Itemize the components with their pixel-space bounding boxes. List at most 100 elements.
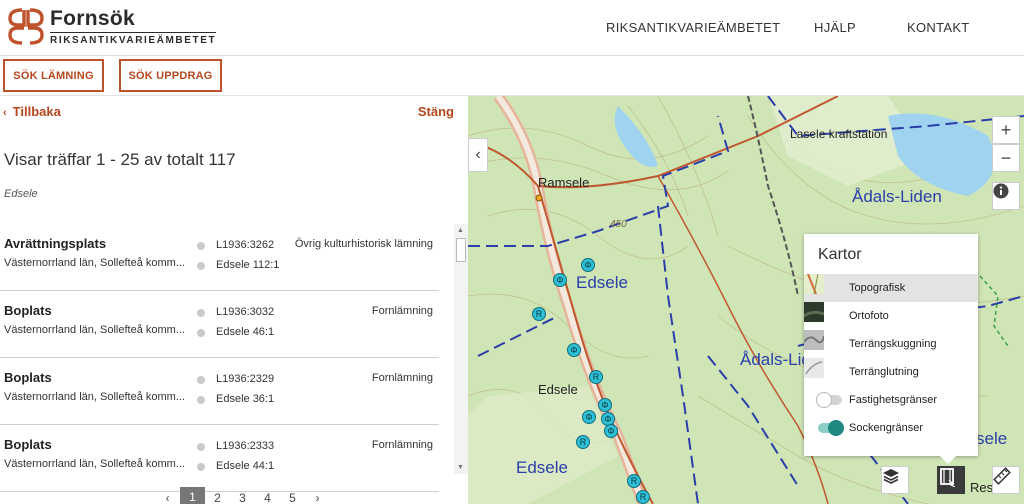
result-id: L1936:3032 xyxy=(216,306,275,318)
scroll-up-icon[interactable]: ▲ xyxy=(457,227,464,234)
scroll-thumb[interactable] xyxy=(456,238,466,262)
result-parish-id: Edsele 44:1 xyxy=(216,460,275,472)
map-label-ramsele: Ramsele xyxy=(538,175,590,190)
layer-label: Topografisk xyxy=(849,282,906,294)
dot-icon xyxy=(197,376,205,384)
map-style-button[interactable] xyxy=(937,466,965,494)
site-marker[interactable]: Φ xyxy=(598,398,612,412)
dot-icon xyxy=(197,242,205,250)
toggle-knob xyxy=(816,392,832,408)
map-label-res: Res xyxy=(970,480,994,495)
nav-contact[interactable]: KONTAKT xyxy=(907,20,970,35)
site-marker[interactable]: Φ xyxy=(581,258,595,272)
toggle-knob xyxy=(828,420,844,436)
dot-icon xyxy=(197,443,205,451)
toggle-label: Fastighetsgränser xyxy=(849,394,938,406)
site-marker[interactable]: R xyxy=(589,370,603,384)
result-type: Fornlämning xyxy=(371,439,433,451)
info-button[interactable] xyxy=(992,182,1020,210)
parish-lines-toggle[interactable] xyxy=(818,420,844,436)
dot-icon xyxy=(197,309,205,317)
site-marker[interactable]: R xyxy=(636,490,650,504)
map-view[interactable]: Ramsele Edsele 450 Lasele kraftstation R… xyxy=(468,96,1024,504)
result-parish-id: Edsele 46:1 xyxy=(216,326,275,338)
layer-ortofoto[interactable]: Ortofoto xyxy=(804,302,978,330)
close-link[interactable]: Stäng xyxy=(418,104,454,119)
site-header: Fornsök RIKSANTIKVARIEÄMBETET RIKSANTIKV… xyxy=(0,0,1024,56)
back-link[interactable]: ‹ Tillbaka xyxy=(3,104,61,119)
result-row[interactable]: Boplats Västernorrland län, Sollefteå ko… xyxy=(0,425,439,492)
page-1[interactable]: 1 xyxy=(180,487,205,504)
info-icon xyxy=(993,183,1009,199)
site-marker[interactable]: R xyxy=(627,474,641,488)
dot-icon xyxy=(197,329,205,337)
result-parish-id: Edsele 36:1 xyxy=(216,393,275,405)
site-marker[interactable]: Φ xyxy=(604,424,618,438)
parish-label-edsele-2: Edsele xyxy=(516,458,568,477)
layers-button[interactable] xyxy=(881,466,909,494)
brand[interactable]: Fornsök RIKSANTIKVARIEÄMBETET xyxy=(50,7,217,46)
result-id: L1936:3262 xyxy=(216,239,275,251)
search-assignments-button[interactable]: SÖK UPPDRAG xyxy=(119,59,222,92)
slope-thumb-icon xyxy=(804,358,824,378)
result-type: Fornlämning xyxy=(371,372,433,384)
layer-label: Ortofoto xyxy=(849,310,889,322)
brand-subtitle: RIKSANTIKVARIEÄMBETET xyxy=(50,32,217,46)
page-5[interactable]: 5 xyxy=(280,491,305,504)
toggle-fastighetsgranser[interactable]: Fastighetsgränser xyxy=(804,386,978,414)
map-label-edsele: Edsele xyxy=(538,382,578,397)
measure-button[interactable] xyxy=(992,466,1020,494)
map-layers-popup: Kartor Topografisk Ortofoto Terrängskugg… xyxy=(804,234,978,456)
dot-icon xyxy=(197,463,205,471)
map-book-icon xyxy=(940,468,956,487)
scroll-down-icon[interactable]: ▼ xyxy=(457,464,464,471)
search-monuments-button[interactable]: SÖK LÄMNING xyxy=(3,59,104,92)
page-next[interactable]: › xyxy=(305,491,330,504)
result-type: Övrig kulturhistorisk lämning xyxy=(294,238,433,250)
result-name: Boplats xyxy=(4,437,52,452)
zoom-in-button[interactable]: + xyxy=(992,116,1020,144)
result-id: L1936:2333 xyxy=(216,440,275,452)
popup-title: Kartor xyxy=(818,246,862,263)
chevron-left-icon: ‹ xyxy=(3,107,7,119)
site-marker[interactable]: Φ xyxy=(582,410,596,424)
result-location: Västernorrland län, Sollefteå komm... xyxy=(4,257,185,269)
site-marker[interactable]: Φ xyxy=(567,343,581,357)
pagination: ‹ 1 2 3 4 5 › xyxy=(155,487,330,504)
layer-topografisk[interactable]: Topografisk xyxy=(804,274,978,302)
page-3[interactable]: 3 xyxy=(230,491,255,504)
orthophoto-thumb-icon xyxy=(804,302,824,322)
fornsok-logo-icon[interactable] xyxy=(4,4,48,48)
page-2[interactable]: 2 xyxy=(205,491,230,504)
brand-name: Fornsök xyxy=(50,7,135,30)
result-row[interactable]: Boplats Västernorrland län, Sollefteå ko… xyxy=(0,358,439,425)
nav-help[interactable]: HJÄLP xyxy=(814,20,856,35)
nav-riksantikvarieambetet[interactable]: RIKSANTIKVARIEÄMBETET xyxy=(606,20,780,35)
layer-terranglutning[interactable]: Terränglutning xyxy=(804,358,978,386)
zoom-out-button[interactable]: − xyxy=(992,144,1020,172)
result-parish-id: Edsele 112:1 xyxy=(216,259,280,271)
result-row[interactable]: Avrättningsplats Västernorrland län, Sol… xyxy=(0,224,439,291)
result-name: Boplats xyxy=(4,370,52,385)
map-label-elevation: 450 xyxy=(610,219,627,230)
layer-terrangskuggning[interactable]: Terrängskuggning xyxy=(804,330,978,358)
dot-icon xyxy=(197,396,205,404)
result-location: Västernorrland län, Sollefteå komm... xyxy=(4,458,185,470)
results-scrollbar[interactable]: ▲ ▼ xyxy=(454,224,468,474)
result-id: L1936:2329 xyxy=(216,373,275,385)
site-marker[interactable]: R xyxy=(576,435,590,449)
search-query: Edsele xyxy=(4,188,38,200)
site-marker[interactable]: Φ xyxy=(553,273,567,287)
page-4[interactable]: 4 xyxy=(255,491,280,504)
collapse-panel-button[interactable]: ‹ xyxy=(468,138,488,172)
toggle-sockengranser[interactable]: Sockengränser xyxy=(804,414,978,442)
property-lines-toggle[interactable] xyxy=(816,392,842,408)
result-location: Västernorrland län, Sollefteå komm... xyxy=(4,324,185,336)
popup-arrow xyxy=(938,454,958,464)
page-prev[interactable]: ‹ xyxy=(155,491,180,504)
result-row[interactable]: Boplats Västernorrland län, Sollefteå ko… xyxy=(0,291,439,358)
site-marker[interactable]: R xyxy=(532,307,546,321)
parish-label-adals-liden-2: Ådals-Lid xyxy=(740,350,811,369)
parish-label-adals-liden: Ådals-Liden xyxy=(852,187,942,206)
parish-label-edsele: Edsele xyxy=(576,273,628,292)
